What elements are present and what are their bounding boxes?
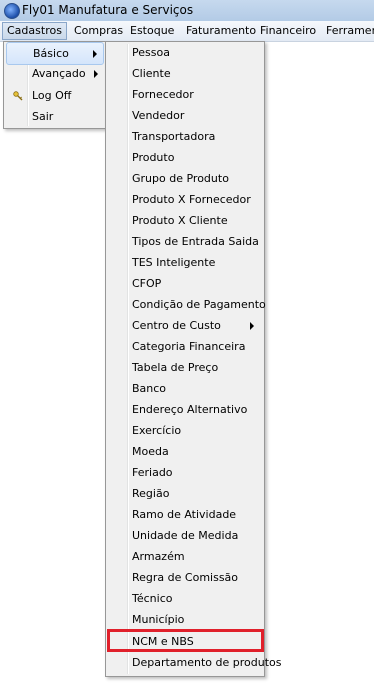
submenu-item-ncm-e-nbs[interactable]: NCM e NBS	[107, 629, 264, 652]
menu-item-label: Básico	[33, 47, 69, 60]
submenu-item-pessoa[interactable]: Pessoa	[108, 42, 262, 63]
window-title: Fly01 Manufatura e Serviços	[22, 3, 194, 17]
cadastros-dropdown: Básico Avançado Log Off Sair	[3, 41, 107, 129]
submenu-item-label: Tabela de Preço	[132, 361, 219, 374]
submenu-item-label: Endereço Alternativo	[132, 403, 248, 416]
submenu-item-label: Categoria Financeira	[132, 340, 246, 353]
submenu-item-label: Departamento de produtos	[132, 656, 282, 669]
submenu-item-label: NCM e NBS	[132, 635, 194, 648]
submenu-item-banco[interactable]: Banco	[108, 378, 262, 399]
submenu-item-label: Fornecedor	[132, 88, 194, 101]
submenu-arrow-icon	[250, 322, 254, 330]
menu-ferramentas[interactable]: Ferramentas	[322, 23, 374, 39]
submenu-item-cfop[interactable]: CFOP	[108, 273, 262, 294]
submenu-item-tipos-de-entrada-saida[interactable]: Tipos de Entrada Saida	[108, 231, 262, 252]
menu-compras[interactable]: Compras	[70, 23, 127, 39]
submenu-item-label: Ramo de Atividade	[132, 508, 237, 521]
submenu-item-municipio[interactable]: Município	[108, 609, 262, 630]
menu-item-log-off[interactable]: Log Off	[6, 85, 104, 106]
submenu-item-fornecedor[interactable]: Fornecedor	[108, 84, 262, 105]
submenu-item-produto[interactable]: Produto	[108, 147, 262, 168]
submenu-item-grupo-de-produto[interactable]: Grupo de Produto	[108, 168, 262, 189]
menu-item-basico[interactable]: Básico	[6, 42, 104, 65]
submenu-item-label: Feriado	[132, 466, 173, 479]
submenu-item-label: Produto	[132, 151, 175, 164]
menu-item-label: Avançado	[32, 67, 86, 80]
submenu-item-label: Pessoa	[132, 46, 170, 59]
submenu-item-regiao[interactable]: Região	[108, 483, 262, 504]
submenu-item-label: Centro de Custo	[132, 319, 221, 332]
submenu-item-tecnico[interactable]: Técnico	[108, 588, 262, 609]
menu-faturamento[interactable]: Faturamento	[182, 23, 260, 39]
submenu-item-vendedor[interactable]: Vendedor	[108, 105, 262, 126]
submenu-item-label: Unidade de Medida	[132, 529, 239, 542]
menu-item-label: Log Off	[32, 89, 72, 102]
submenu-item-tabela-de-preco[interactable]: Tabela de Preço	[108, 357, 262, 378]
menu-financeiro[interactable]: Financeiro	[256, 23, 320, 39]
submenu-item-label: Banco	[132, 382, 167, 395]
submenu-item-feriado[interactable]: Feriado	[108, 462, 262, 483]
submenu-item-label: Produto X Fornecedor	[132, 193, 251, 206]
submenu-item-cliente[interactable]: Cliente	[108, 63, 262, 84]
submenu-item-moeda[interactable]: Moeda	[108, 441, 262, 462]
submenu-item-tes-inteligente[interactable]: TES Inteligente	[108, 252, 262, 273]
submenu-item-label: Regra de Comissão	[132, 571, 239, 584]
submenu-item-label: Município	[132, 613, 185, 626]
submenu-item-label: CFOP	[132, 277, 162, 290]
key-icon	[13, 91, 23, 101]
submenu-item-unidade-de-medida[interactable]: Unidade de Medida	[108, 525, 262, 546]
submenu-item-produto-x-fornecedor[interactable]: Produto X Fornecedor	[108, 189, 262, 210]
menu-item-avancado[interactable]: Avançado	[6, 63, 104, 84]
menu-estoque[interactable]: Estoque	[126, 23, 178, 39]
submenu-item-condicao-de-pagamento[interactable]: Condição de Pagamento	[108, 294, 266, 315]
submenu-item-departamento-de-produtos[interactable]: Departamento de produtos	[108, 652, 282, 673]
submenu-item-label: Moeda	[132, 445, 169, 458]
submenu-item-label: Produto X Cliente	[132, 214, 228, 227]
title-bar: Fly01 Manufatura e Serviços	[0, 0, 374, 22]
submenu-item-transportadora[interactable]: Transportadora	[108, 126, 262, 147]
basico-submenu: Pessoa Cliente Fornecedor Vendedor Trans…	[105, 41, 282, 677]
submenu-item-armazem[interactable]: Armazém	[108, 546, 262, 567]
submenu-arrow-icon	[94, 70, 98, 78]
submenu-item-ramo-de-atividade[interactable]: Ramo de Atividade	[108, 504, 262, 525]
menu-item-label: Sair	[32, 110, 54, 123]
submenu-item-endereco-alternativo[interactable]: Endereço Alternativo	[108, 399, 262, 420]
app-icon	[4, 3, 20, 19]
submenu-item-label: Vendedor	[132, 109, 185, 122]
submenu-item-categoria-financeira[interactable]: Categoria Financeira	[108, 336, 262, 357]
submenu-item-label: Cliente	[132, 67, 171, 80]
submenu-item-centro-de-custo[interactable]: Centro de Custo	[108, 315, 262, 336]
submenu-item-label: Tipos de Entrada Saida	[132, 235, 259, 248]
menu-cadastros[interactable]: Cadastros	[2, 22, 67, 40]
submenu-item-label: Exercício	[132, 424, 182, 437]
submenu-item-regra-de-comissao[interactable]: Regra de Comissão	[108, 567, 262, 588]
submenu-item-label: Grupo de Produto	[132, 172, 229, 185]
menu-item-sair[interactable]: Sair	[6, 106, 104, 127]
submenu-item-produto-x-cliente[interactable]: Produto X Cliente	[108, 210, 262, 231]
submenu-item-label: Técnico	[132, 592, 173, 605]
submenu-item-label: Transportadora	[132, 130, 216, 143]
submenu-item-label: Região	[132, 487, 170, 500]
submenu-arrow-icon	[93, 50, 97, 58]
menu-bar: Cadastros Compras Estoque Faturamento Fi…	[0, 21, 374, 42]
submenu-item-label: TES Inteligente	[132, 256, 216, 269]
submenu-item-label: Condição de Pagamento	[132, 298, 266, 311]
submenu-item-label: Armazém	[132, 550, 185, 563]
submenu-item-exercicio[interactable]: Exercício	[108, 420, 262, 441]
